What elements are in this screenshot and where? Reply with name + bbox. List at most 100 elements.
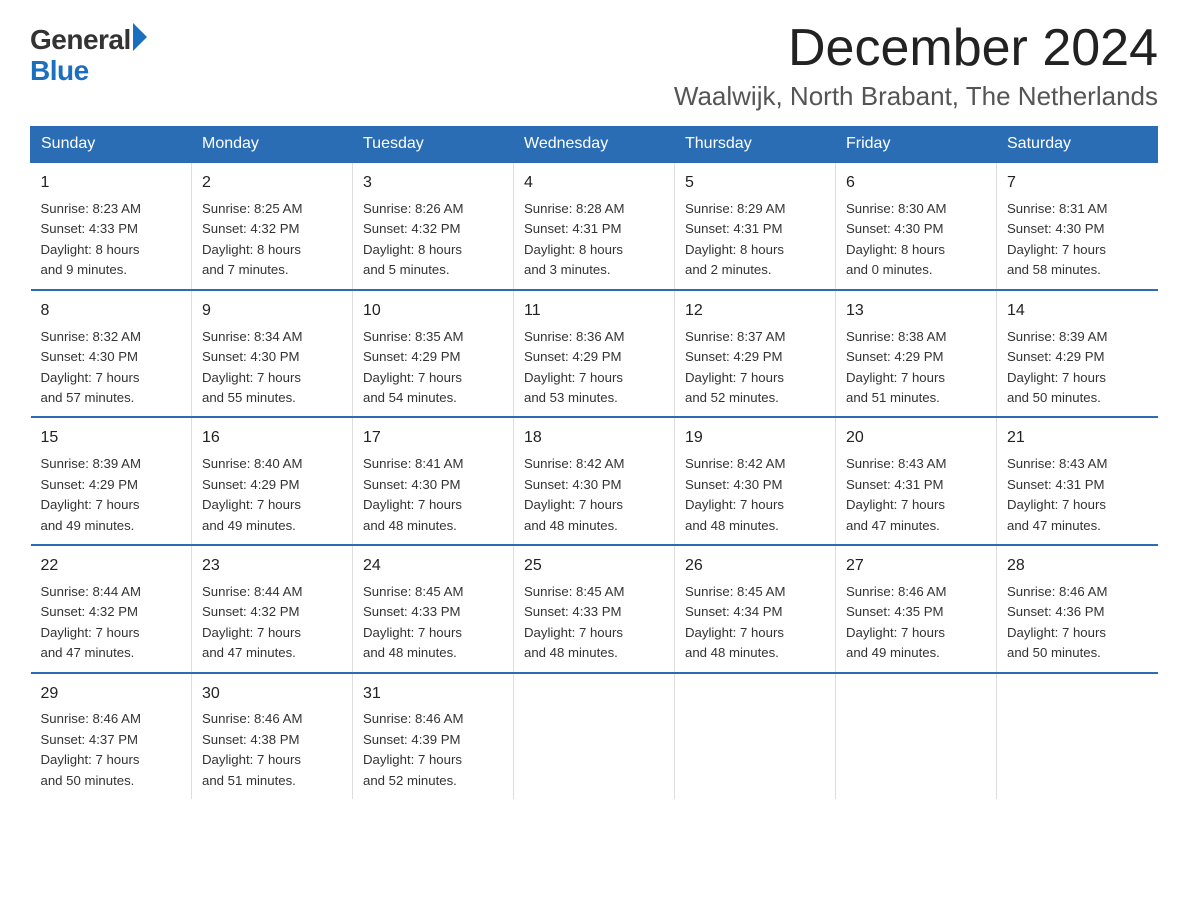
calendar-table: SundayMondayTuesdayWednesdayThursdayFrid… [30, 126, 1158, 799]
day-number: 5 [685, 171, 825, 196]
calendar-cell: 17Sunrise: 8:41 AM Sunset: 4:30 PM Dayli… [353, 417, 514, 545]
day-number: 13 [846, 299, 986, 324]
calendar-subtitle: Waalwijk, North Brabant, The Netherlands [674, 81, 1158, 112]
calendar-cell: 9 Sunrise: 8:34 AM Sunset: 4:30 PM Daylig… [192, 290, 353, 418]
weekday-header-sunday: Sunday [31, 127, 192, 163]
calendar-cell: 2Sunrise: 8:25 AM Sunset: 4:32 PM Daylig… [192, 162, 353, 290]
day-info: Sunrise: 8:41 AM Sunset: 4:30 PM Dayligh… [363, 454, 503, 536]
day-number: 19 [685, 426, 825, 451]
calendar-cell: 31Sunrise: 8:46 AM Sunset: 4:39 PM Dayli… [353, 673, 514, 800]
day-info: Sunrise: 8:34 AM Sunset: 4:30 PM Dayligh… [202, 327, 342, 409]
day-number: 30 [202, 682, 342, 707]
day-info: Sunrise: 8:31 AM Sunset: 4:30 PM Dayligh… [1007, 199, 1148, 281]
week-row-1: 1 Sunrise: 8:23 AM Sunset: 4:33 PM Daylig… [31, 162, 1158, 290]
day-info: Sunrise: 8:23 AM Sunset: 4:33 PM Dayligh… [41, 199, 182, 281]
day-number: 25 [524, 554, 664, 579]
calendar-cell: 24 Sunrise: 8:45 AM Sunset: 4:33 PM Dayli… [353, 545, 514, 673]
day-info: Sunrise: 8:28 AM Sunset: 4:31 PM Dayligh… [524, 199, 664, 281]
day-info: Sunrise: 8:45 AM Sunset: 4:33 PM Dayligh… [363, 582, 503, 664]
logo-arrow-icon [133, 23, 147, 51]
day-info: Sunrise: 8:30 AM Sunset: 4:30 PM Dayligh… [846, 199, 986, 281]
day-number: 24 [363, 554, 503, 579]
day-info: Sunrise: 8:46 AM Sunset: 4:36 PM Dayligh… [1007, 582, 1148, 664]
weekday-header-monday: Monday [192, 127, 353, 163]
calendar-cell: 3 Sunrise: 8:26 AM Sunset: 4:32 PM Daylig… [353, 162, 514, 290]
calendar-cell: 19 Sunrise: 8:42 AM Sunset: 4:30 PM Dayli… [675, 417, 836, 545]
day-number: 4 [524, 171, 664, 196]
day-number: 3 [363, 171, 503, 196]
logo-general-text: General [30, 25, 131, 56]
day-info: Sunrise: 8:38 AM Sunset: 4:29 PM Dayligh… [846, 327, 986, 409]
day-info: Sunrise: 8:46 AM Sunset: 4:38 PM Dayligh… [202, 709, 342, 791]
day-info: Sunrise: 8:39 AM Sunset: 4:29 PM Dayligh… [1007, 327, 1148, 409]
day-number: 29 [41, 682, 182, 707]
day-number: 10 [363, 299, 503, 324]
day-info: Sunrise: 8:40 AM Sunset: 4:29 PM Dayligh… [202, 454, 342, 536]
calendar-cell: 23Sunrise: 8:44 AM Sunset: 4:32 PM Dayli… [192, 545, 353, 673]
calendar-cell: 25 Sunrise: 8:45 AM Sunset: 4:33 PM Dayli… [514, 545, 675, 673]
calendar-cell: 4 Sunrise: 8:28 AM Sunset: 4:31 PM Daylig… [514, 162, 675, 290]
calendar-cell: 27 Sunrise: 8:46 AM Sunset: 4:35 PM Dayli… [836, 545, 997, 673]
weekday-header-row: SundayMondayTuesdayWednesdayThursdayFrid… [31, 127, 1158, 163]
day-info: Sunrise: 8:45 AM Sunset: 4:34 PM Dayligh… [685, 582, 825, 664]
day-number: 21 [1007, 426, 1148, 451]
day-info: Sunrise: 8:26 AM Sunset: 4:32 PM Dayligh… [363, 199, 503, 281]
day-number: 27 [846, 554, 986, 579]
day-number: 9 [202, 299, 342, 324]
calendar-cell [836, 673, 997, 800]
weekday-header-tuesday: Tuesday [353, 127, 514, 163]
day-number: 26 [685, 554, 825, 579]
week-row-2: 8 Sunrise: 8:32 AM Sunset: 4:30 PM Daylig… [31, 290, 1158, 418]
day-info: Sunrise: 8:46 AM Sunset: 4:37 PM Dayligh… [41, 709, 182, 791]
calendar-cell: 10 Sunrise: 8:35 AM Sunset: 4:29 PM Dayli… [353, 290, 514, 418]
day-info: Sunrise: 8:43 AM Sunset: 4:31 PM Dayligh… [1007, 454, 1148, 536]
day-info: Sunrise: 8:46 AM Sunset: 4:35 PM Dayligh… [846, 582, 986, 664]
day-number: 1 [41, 171, 182, 196]
calendar-cell: 12Sunrise: 8:37 AM Sunset: 4:29 PM Dayli… [675, 290, 836, 418]
day-number: 20 [846, 426, 986, 451]
day-number: 8 [41, 299, 182, 324]
calendar-cell: 20Sunrise: 8:43 AM Sunset: 4:31 PM Dayli… [836, 417, 997, 545]
logo-blue-text: Blue [30, 56, 147, 87]
day-info: Sunrise: 8:45 AM Sunset: 4:33 PM Dayligh… [524, 582, 664, 664]
weekday-header-saturday: Saturday [997, 127, 1158, 163]
day-info: Sunrise: 8:32 AM Sunset: 4:30 PM Dayligh… [41, 327, 182, 409]
calendar-cell: 18 Sunrise: 8:42 AM Sunset: 4:30 PM Dayli… [514, 417, 675, 545]
day-info: Sunrise: 8:25 AM Sunset: 4:32 PM Dayligh… [202, 199, 342, 281]
day-info: Sunrise: 8:36 AM Sunset: 4:29 PM Dayligh… [524, 327, 664, 409]
day-info: Sunrise: 8:35 AM Sunset: 4:29 PM Dayligh… [363, 327, 503, 409]
calendar-cell [997, 673, 1158, 800]
day-info: Sunrise: 8:42 AM Sunset: 4:30 PM Dayligh… [685, 454, 825, 536]
title-block: December 2024 Waalwijk, North Brabant, T… [674, 20, 1158, 112]
weekday-header-friday: Friday [836, 127, 997, 163]
day-number: 11 [524, 299, 664, 324]
day-info: Sunrise: 8:44 AM Sunset: 4:32 PM Dayligh… [202, 582, 342, 664]
day-info: Sunrise: 8:37 AM Sunset: 4:29 PM Dayligh… [685, 327, 825, 409]
calendar-cell: 30Sunrise: 8:46 AM Sunset: 4:38 PM Dayli… [192, 673, 353, 800]
calendar-cell: 26 Sunrise: 8:45 AM Sunset: 4:34 PM Dayli… [675, 545, 836, 673]
calendar-cell: 16 Sunrise: 8:40 AM Sunset: 4:29 PM Dayli… [192, 417, 353, 545]
weekday-header-thursday: Thursday [675, 127, 836, 163]
calendar-cell: 6 Sunrise: 8:30 AM Sunset: 4:30 PM Daylig… [836, 162, 997, 290]
logo: General Blue [30, 25, 147, 87]
day-info: Sunrise: 8:42 AM Sunset: 4:30 PM Dayligh… [524, 454, 664, 536]
calendar-cell: 21 Sunrise: 8:43 AM Sunset: 4:31 PM Dayli… [997, 417, 1158, 545]
weekday-header-wednesday: Wednesday [514, 127, 675, 163]
week-row-4: 22Sunrise: 8:44 AM Sunset: 4:32 PM Dayli… [31, 545, 1158, 673]
day-number: 28 [1007, 554, 1148, 579]
day-number: 7 [1007, 171, 1148, 196]
calendar-cell: 7 Sunrise: 8:31 AM Sunset: 4:30 PM Daylig… [997, 162, 1158, 290]
page-header: General Blue December 2024 Waalwijk, Nor… [30, 20, 1158, 112]
calendar-cell: 15Sunrise: 8:39 AM Sunset: 4:29 PM Dayli… [31, 417, 192, 545]
calendar-cell: 14 Sunrise: 8:39 AM Sunset: 4:29 PM Dayli… [997, 290, 1158, 418]
day-number: 16 [202, 426, 342, 451]
day-number: 6 [846, 171, 986, 196]
calendar-cell [514, 673, 675, 800]
calendar-title: December 2024 [674, 20, 1158, 77]
calendar-cell: 28 Sunrise: 8:46 AM Sunset: 4:36 PM Dayli… [997, 545, 1158, 673]
calendar-cell: 8 Sunrise: 8:32 AM Sunset: 4:30 PM Daylig… [31, 290, 192, 418]
day-number: 14 [1007, 299, 1148, 324]
calendar-cell [675, 673, 836, 800]
day-number: 18 [524, 426, 664, 451]
day-info: Sunrise: 8:29 AM Sunset: 4:31 PM Dayligh… [685, 199, 825, 281]
